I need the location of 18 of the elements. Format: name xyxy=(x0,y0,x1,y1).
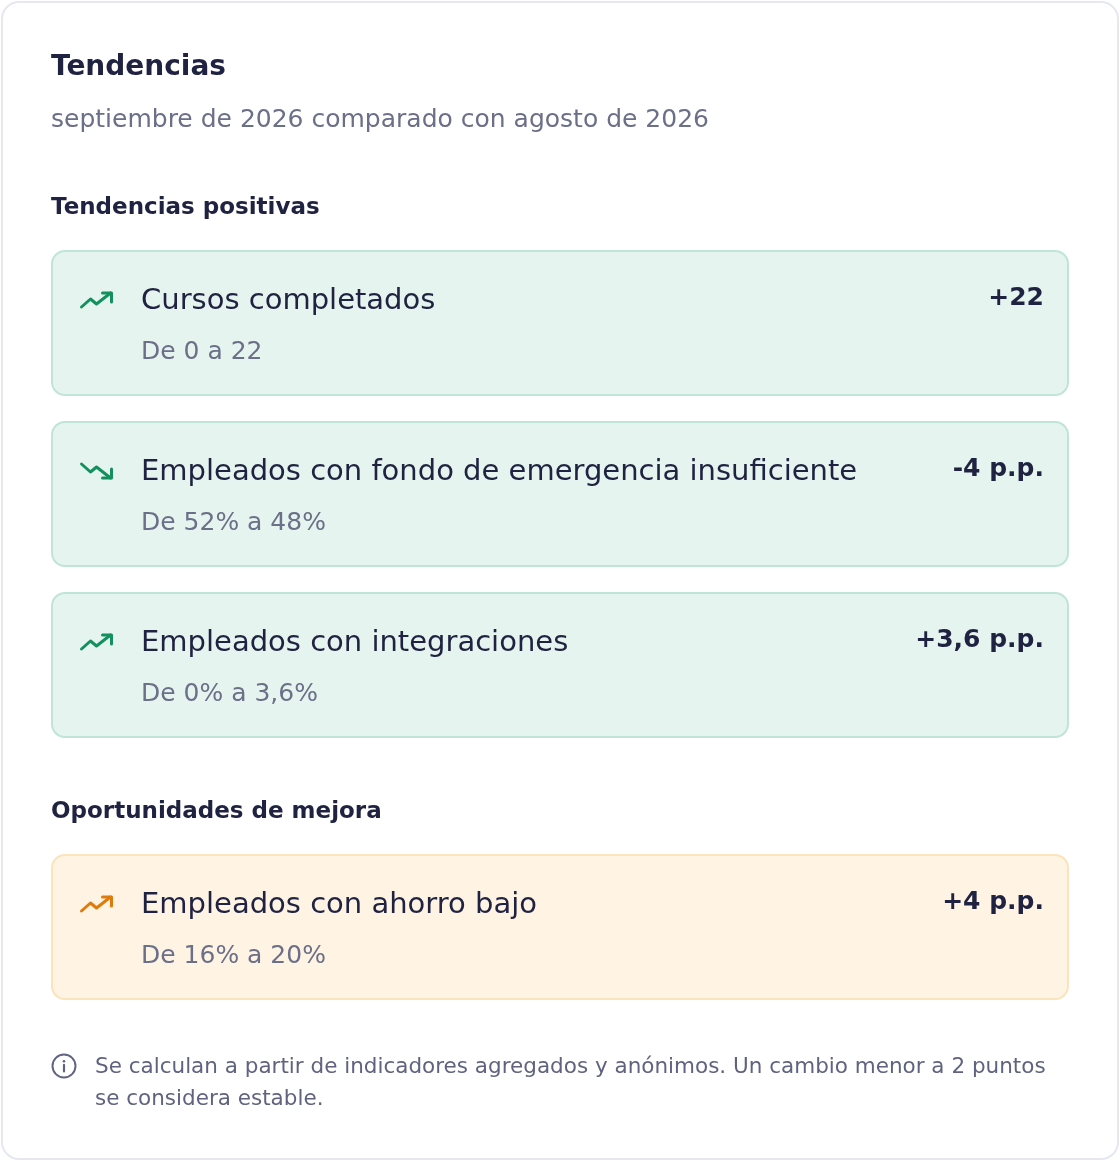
footnote-text: Se calculan a partir de indicadores agregados y anónimos. Un cambio menor a 2 puntos se considera estable. xyxy=(95,1052,1047,1112)
metric-range: De 52% a 48% xyxy=(141,506,327,538)
metric-title: Empleados con ahorro bajo xyxy=(141,885,538,921)
section-heading: Tendencias positivas xyxy=(51,192,321,221)
metric-range: De 16% a 20% xyxy=(141,939,327,971)
change-value: +3,6 p.p. xyxy=(915,623,1044,655)
change-value: +4 p.p. xyxy=(942,885,1044,917)
info-icon xyxy=(51,1053,77,1079)
panel-subtitle: septiembre de 2026 comparado con agosto de 2026 xyxy=(51,103,710,135)
section-heading: Oportunidades de mejora xyxy=(51,796,383,825)
change-value: -4 p.p. xyxy=(952,452,1044,484)
metric-range: De 0% a 3,6% xyxy=(141,677,319,709)
change-value: +22 xyxy=(988,281,1044,313)
panel-title: Tendencias xyxy=(51,49,228,83)
metric-title: Empleados con integraciones xyxy=(141,623,570,659)
metric-title: Empleados con fondo de emergencia insuficiente xyxy=(141,452,859,488)
metric-title: Cursos completados xyxy=(141,281,437,317)
metric-range: De 0 a 22 xyxy=(141,335,264,367)
